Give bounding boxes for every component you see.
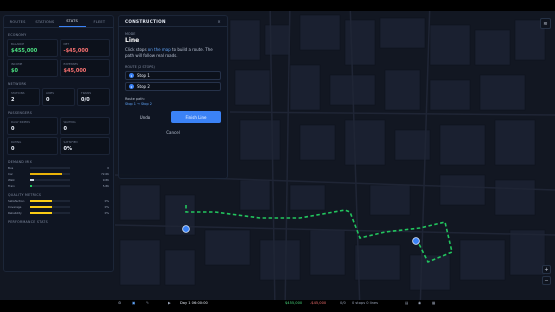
metric-name: Car — [8, 172, 13, 176]
stat-card: BALANCE $455,000 — [7, 39, 58, 57]
tab-stats[interactable]: STATS — [58, 16, 86, 27]
metric-name: Bus — [8, 166, 14, 170]
panel-tabs: ROUTES STATIONS STATS FLEET — [4, 16, 113, 28]
stat-card: NET -$45,000 — [59, 39, 110, 57]
section-heading: QUALITY METRICS — [8, 193, 42, 197]
metric-bar — [30, 185, 70, 187]
section-heading: PASSENGERS — [8, 111, 33, 115]
tab-stations[interactable]: STATIONS — [31, 16, 58, 27]
section-heading: DEMAND MIX — [8, 160, 33, 164]
folder-icon[interactable]: ▤ — [405, 301, 408, 305]
metric-bar — [30, 212, 70, 214]
metric-name: Train — [8, 184, 15, 188]
metric-name: Walk — [8, 178, 15, 182]
route-label: ROUTE (2 STOPS) — [125, 65, 155, 70]
section-heading: NETWORK — [8, 82, 27, 86]
metric-bar — [30, 173, 70, 175]
metric-row: Reliability 0% — [8, 211, 109, 215]
stat-card: STATIONS 2 — [7, 88, 40, 106]
stop-number-icon: 2 — [129, 84, 134, 90]
metric-value: 72.6K — [100, 172, 109, 176]
stat-card: LINES 0 — [42, 88, 75, 106]
metric-row: Train 5.8K — [8, 184, 109, 188]
metric-value: 0 — [107, 166, 109, 170]
mode-label: MODE — [125, 32, 136, 36]
metric-name: Coverage — [8, 205, 22, 209]
layers-icon[interactable]: ≋ — [540, 18, 551, 29]
metric-name: Reliability — [8, 211, 22, 215]
stop-number-icon: 1 — [129, 73, 134, 79]
route-path-info: Route path: Stop 1 → Stop 2 — [125, 97, 152, 107]
save-icon[interactable]: ▦ — [432, 301, 435, 305]
stat-card: EXPENSES $45,000 — [59, 59, 110, 77]
stop-marker[interactable] — [182, 225, 190, 233]
section-heading: PERFORMANCE STATS — [8, 220, 49, 224]
game-clock: Day 1 06:00:00 — [180, 301, 208, 305]
section-heading: ECONOMY — [8, 33, 27, 37]
metric-value: 9.8K — [102, 178, 109, 182]
play-icon[interactable]: ▶ — [168, 301, 171, 305]
metric-name: Satisfaction — [8, 199, 25, 203]
metric-value: 0% — [104, 199, 109, 203]
stop-marker[interactable] — [412, 237, 420, 245]
trains-readout: 0/0 — [340, 301, 346, 305]
tab-routes[interactable]: ROUTES — [4, 16, 31, 27]
stat-card: RATING 0 — [7, 137, 58, 155]
metric-row: Car 72.6K — [8, 172, 109, 176]
net-readout: -$45,000 — [310, 301, 327, 305]
metric-value: 5.8K — [102, 184, 109, 188]
metric-row: Walk 9.8K — [8, 178, 109, 182]
metric-bar — [30, 167, 70, 169]
construction-panel: CONSTRUCTION × MODE Line Click stops on … — [118, 15, 228, 179]
stat-card: SATISFIED 0% — [59, 137, 110, 155]
build-icon[interactable]: ▣ — [132, 301, 135, 305]
stat-card: INCOME $0 — [7, 59, 58, 77]
zoom-out-button[interactable]: − — [542, 276, 551, 285]
camera-icon[interactable]: ◉ — [418, 301, 421, 305]
metric-bar — [30, 200, 70, 202]
settings-icon[interactable]: ⚙ — [118, 301, 121, 305]
metric-bar — [30, 206, 70, 208]
construction-title: CONSTRUCTION — [125, 18, 166, 24]
stat-card: DAILY RIDERS 0 — [7, 117, 58, 135]
metric-value: 0% — [104, 211, 109, 215]
zoom-in-button[interactable]: + — [542, 265, 551, 274]
metric-value: 0% — [104, 205, 109, 209]
close-icon[interactable]: × — [217, 19, 221, 24]
stats-panel: ROUTES STATIONS STATS FLEET ECONOMY BALA… — [3, 15, 114, 272]
finish-line-button[interactable]: Finish Line — [171, 111, 221, 124]
stop-item[interactable]: 1 Stop 1 — [125, 71, 221, 81]
top-bar — [0, 0, 555, 11]
tools-icon[interactable]: ✎ — [146, 301, 149, 305]
undo-button[interactable]: Undo — [125, 115, 165, 120]
metric-bar — [30, 179, 70, 181]
instructions: Click stops on the map to build a route.… — [125, 47, 213, 58]
network-readout: 0 stops 0 lines — [352, 301, 378, 305]
metric-row: Satisfaction 0% — [8, 199, 109, 203]
stop-item[interactable]: 2 Stop 2 — [125, 82, 221, 92]
stat-card: TRAINS 0/0 — [77, 88, 110, 106]
bottom-bar — [0, 300, 555, 312]
stat-card: WAITING 0 — [59, 117, 110, 135]
tab-fleet[interactable]: FLEET — [86, 16, 113, 27]
mode-value: Line — [125, 37, 140, 44]
cancel-button[interactable]: Cancel — [119, 130, 227, 135]
balance-readout: $455,000 — [285, 301, 303, 305]
metric-row: Bus 0 — [8, 166, 109, 170]
metric-row: Coverage 0% — [8, 205, 109, 209]
